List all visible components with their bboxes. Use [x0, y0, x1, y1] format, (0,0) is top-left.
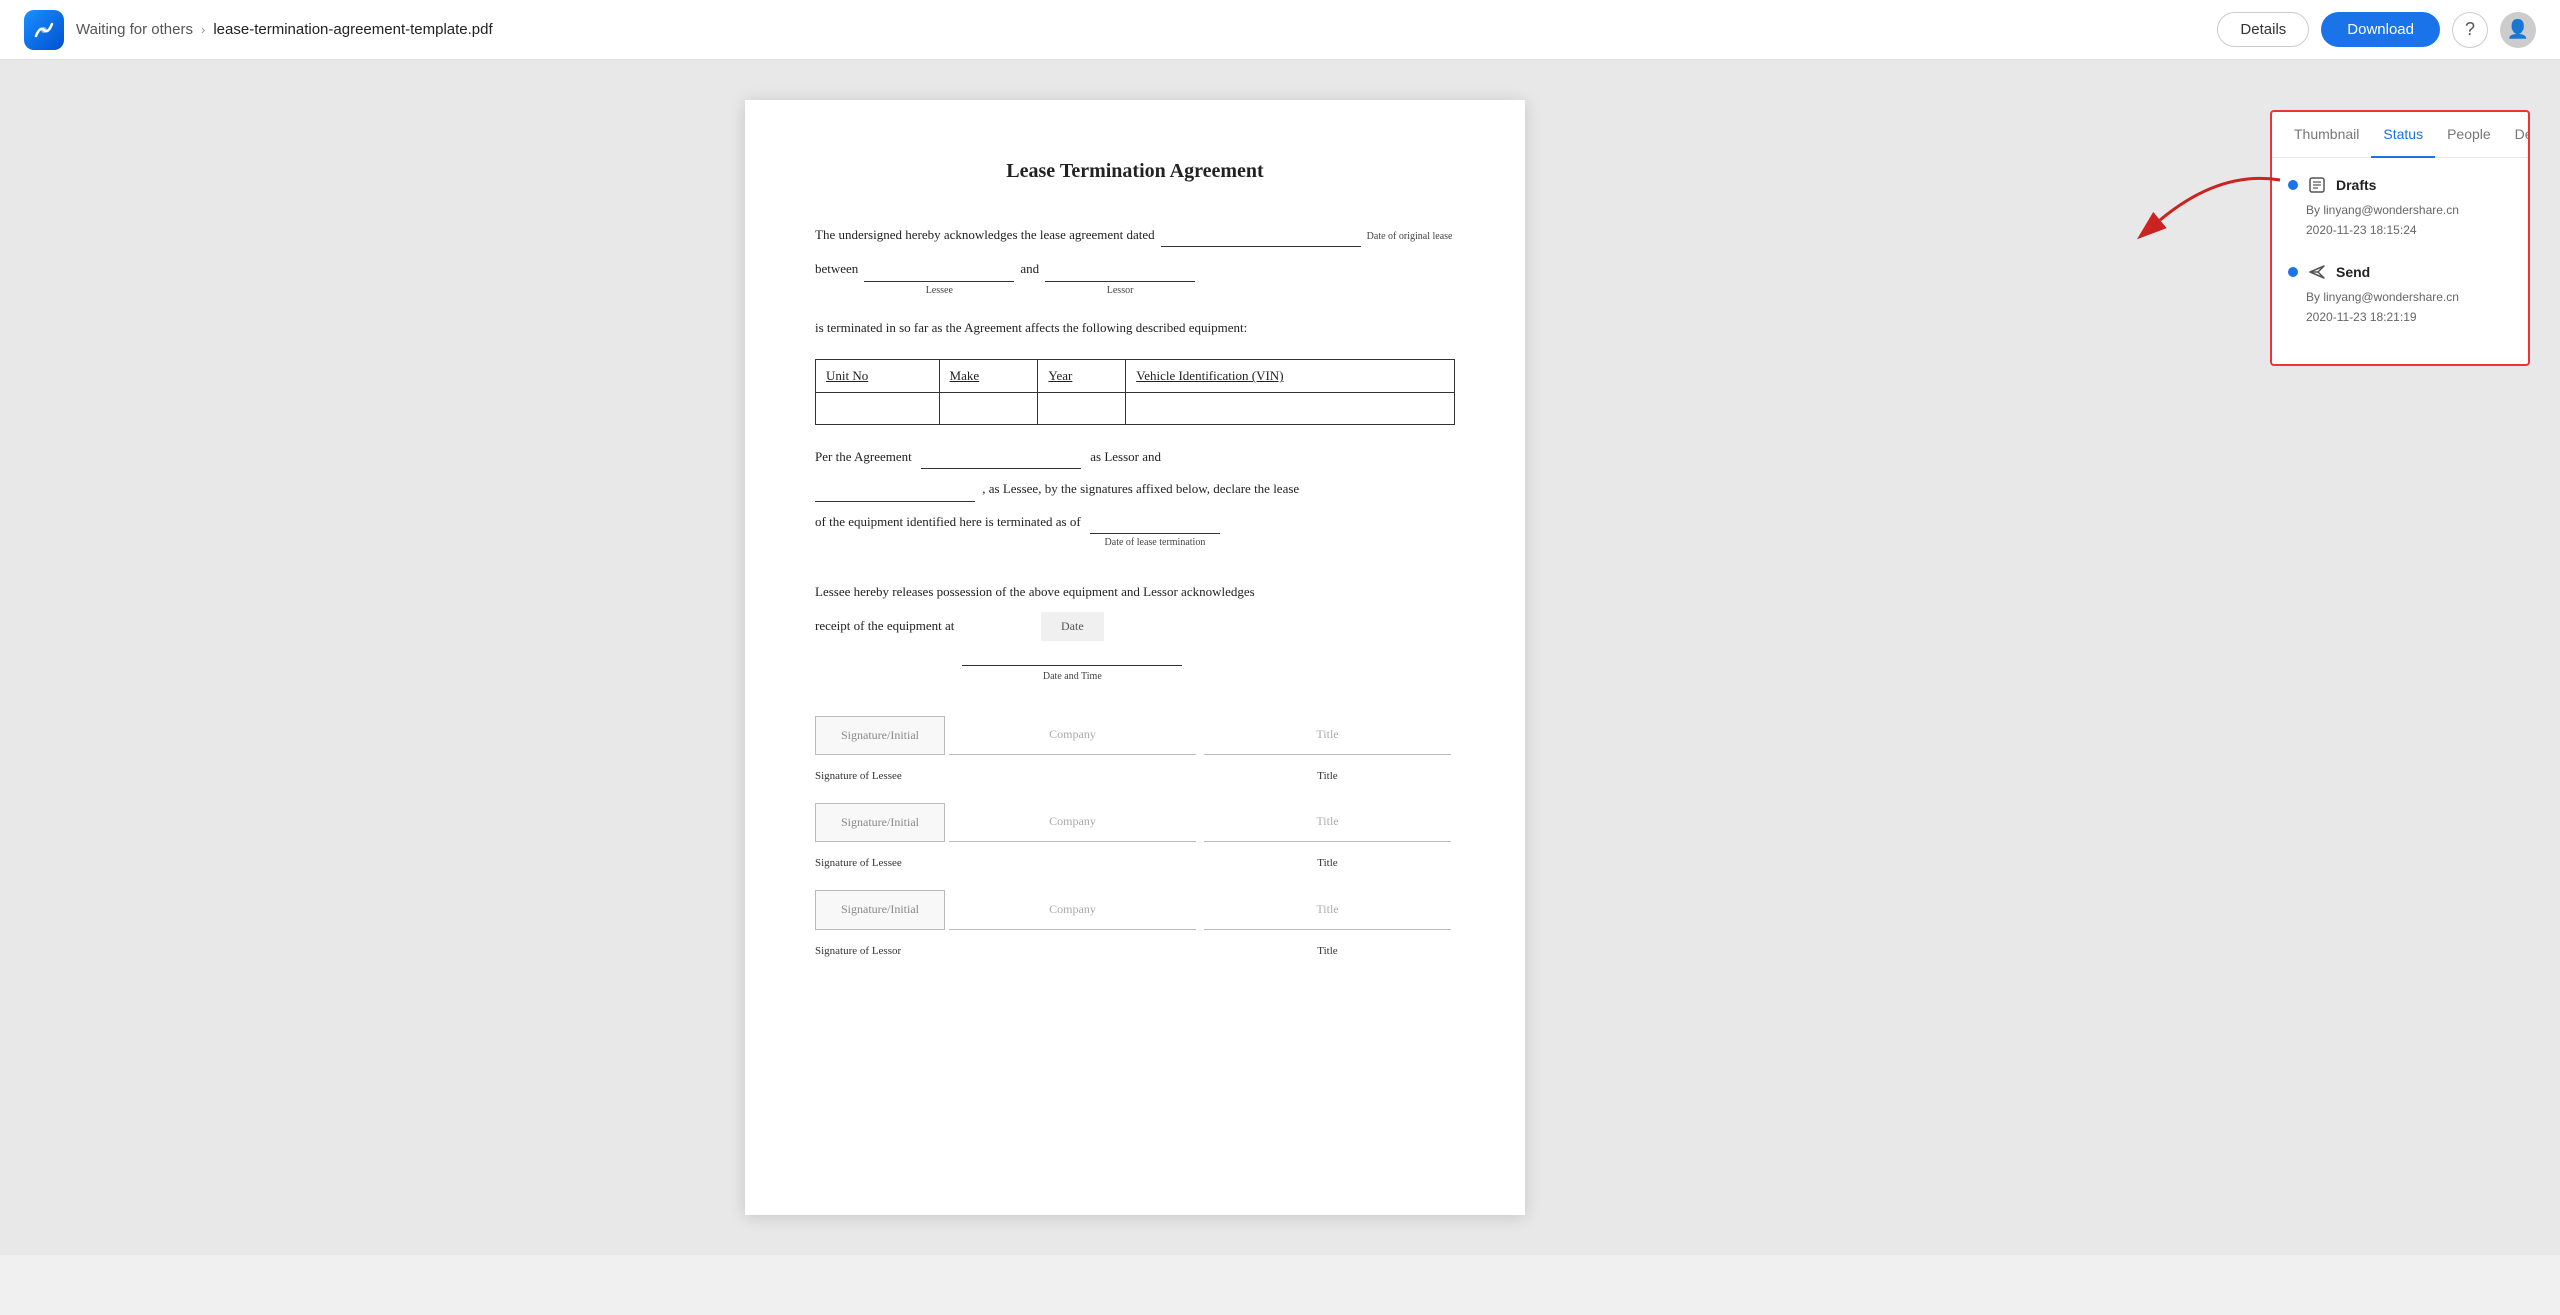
sig-label-row-2: Signature of Lessee Title	[815, 854, 1455, 874]
equipment-table: Unit No Make Year Vehicle Identification…	[815, 359, 1455, 425]
help-button[interactable]: ?	[2452, 12, 2488, 48]
drafts-dot	[2288, 180, 2298, 190]
table-header-vin: Vehicle Identification (VIN)	[1126, 360, 1455, 392]
drafts-icon	[2306, 174, 2328, 196]
sig-label-row-1: Signature of Lessee Title	[815, 767, 1455, 787]
pdf-page: Lease Termination Agreement The undersig…	[745, 100, 1525, 1215]
lessor-field: Lessor	[1045, 257, 1195, 299]
signature-section: Signature/Initial Company Title Signatur…	[815, 716, 1455, 962]
pdf-body: The undersigned hereby acknowledges the …	[815, 223, 1455, 962]
sig-lessee-label-2: Signature of Lessee	[815, 854, 945, 874]
pdf-area: Lease Termination Agreement The undersig…	[0, 60, 2270, 1255]
lessee-field: Lessee	[864, 257, 1014, 299]
table-header-unit: Unit No	[816, 360, 940, 392]
sig-row-3: Signature/Initial Company Title	[815, 890, 1455, 930]
date-time-field: Date Date and Time	[962, 612, 1182, 686]
tab-people[interactable]: People	[2435, 112, 2503, 158]
sig-lessee-label-1: Signature of Lessee	[815, 767, 945, 787]
pdf-line-2: between Lessee and Lessor	[815, 257, 1455, 299]
table-row	[816, 392, 1455, 424]
tab-details[interactable]: Details	[2503, 112, 2530, 158]
breadcrumb-filename: lease-termination-agreement-template.pdf	[213, 21, 492, 38]
question-icon: ?	[2465, 19, 2475, 40]
title-box-1: Title	[1204, 716, 1451, 756]
send-date: 2020-11-23 18:21:19	[2306, 307, 2512, 327]
drafts-name: Drafts	[2336, 177, 2376, 193]
title-box-3: Title	[1204, 890, 1451, 930]
table-header-make: Make	[939, 360, 1038, 392]
status-drafts: Drafts By linyang@wondershare.cn 2020-11…	[2288, 174, 2512, 241]
table-header-year: Year	[1038, 360, 1126, 392]
sig-label-row-3: Signature of Lessor Title	[815, 942, 1455, 962]
pdf-line-7: Lessee hereby releases possession of the…	[815, 580, 1455, 603]
company-box-2: Company	[949, 803, 1196, 843]
pdf-text-1: The undersigned hereby acknowledges the …	[815, 223, 1155, 246]
date-original-label: Date of original lease	[1367, 228, 1453, 246]
drafts-date: 2020-11-23 18:15:24	[2306, 220, 2512, 240]
pdf-line-8: receipt of the equipment at Date Date an…	[815, 612, 1455, 686]
company-box-1: Company	[949, 716, 1196, 756]
sig-row-1: Signature/Initial Company Title	[815, 716, 1455, 756]
breadcrumb-separator: ›	[201, 22, 205, 37]
pdf-title: Lease Termination Agreement	[815, 160, 1455, 183]
details-button[interactable]: Details	[2217, 12, 2309, 47]
tab-status[interactable]: Status	[2371, 112, 2435, 158]
panel-tabs: Thumbnail Status People Details	[2272, 112, 2528, 158]
pdf-text-between: between	[815, 257, 858, 280]
send-dot	[2288, 267, 2298, 277]
company-box-3: Company	[949, 890, 1196, 930]
status-drafts-header: Drafts	[2288, 174, 2512, 196]
header: Waiting for others › lease-termination-a…	[0, 0, 2560, 60]
sig-box-2: Signature/Initial	[815, 803, 945, 843]
status-panel: Thumbnail Status People Details	[2270, 110, 2530, 366]
drafts-by: By linyang@wondershare.cn	[2306, 200, 2512, 220]
download-button[interactable]: Download	[2321, 12, 2440, 47]
panel-container: Thumbnail Status People Details	[2270, 60, 2560, 1255]
main-area: Lease Termination Agreement The undersig…	[0, 60, 2560, 1255]
termination-date-field: Date of lease termination	[1090, 510, 1220, 552]
send-by: By linyang@wondershare.cn	[2306, 287, 2512, 307]
avatar-icon: 👤	[2507, 19, 2529, 40]
pdf-line-3: is terminated in so far as the Agreement…	[815, 316, 1455, 339]
send-icon	[2306, 261, 2328, 283]
breadcrumb: Waiting for others › lease-termination-a…	[76, 21, 493, 38]
user-avatar[interactable]: 👤	[2500, 12, 2536, 48]
app-logo	[24, 10, 64, 50]
pdf-line-4: Per the Agreement as Lessor and	[815, 445, 1455, 469]
send-name: Send	[2336, 264, 2370, 280]
pdf-text-and: and	[1020, 257, 1039, 280]
status-send: Send By linyang@wondershare.cn 2020-11-2…	[2288, 261, 2512, 328]
sig-box-3: Signature/Initial	[815, 890, 945, 930]
header-left: Waiting for others › lease-termination-a…	[24, 10, 493, 50]
pdf-line-1: The undersigned hereby acknowledges the …	[815, 223, 1455, 247]
drafts-meta: By linyang@wondershare.cn 2020-11-23 18:…	[2288, 200, 2512, 241]
sig-box-1: Signature/Initial	[815, 716, 945, 756]
tab-thumbnail[interactable]: Thumbnail	[2282, 112, 2371, 158]
send-meta: By linyang@wondershare.cn 2020-11-23 18:…	[2288, 287, 2512, 328]
sig-lessor-label: Signature of Lessor	[815, 942, 945, 962]
pdf-line-5: , as Lessee, by the signatures affixed b…	[815, 477, 1455, 501]
status-send-header: Send	[2288, 261, 2512, 283]
title-box-2: Title	[1204, 803, 1451, 843]
pdf-line-6: of the equipment identified here is term…	[815, 510, 1455, 552]
breadcrumb-waiting[interactable]: Waiting for others	[76, 21, 193, 38]
panel-body: Drafts By linyang@wondershare.cn 2020-11…	[2272, 158, 2528, 364]
header-right: Details Download ? 👤	[2217, 12, 2536, 48]
sig-row-2: Signature/Initial Company Title	[815, 803, 1455, 843]
